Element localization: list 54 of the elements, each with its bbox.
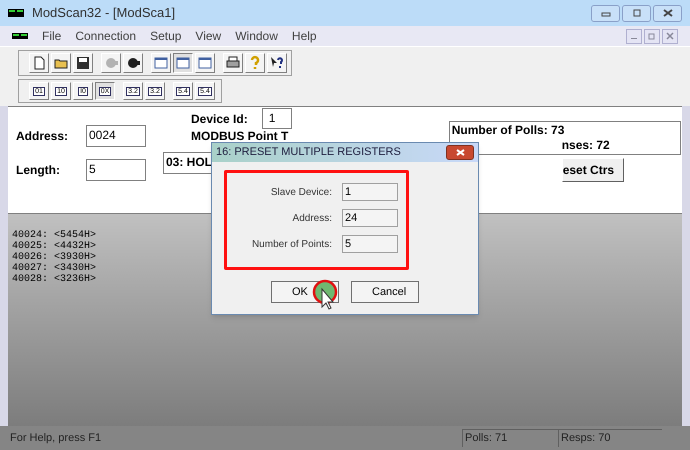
poll-count: Number of Polls: 73 xyxy=(452,122,566,138)
close-icon xyxy=(662,9,672,17)
field-label: Address: xyxy=(16,128,70,145)
click-indicator-icon xyxy=(312,279,338,311)
toolbar-button[interactable] xyxy=(173,53,193,73)
input-field[interactable]: 5 xyxy=(342,235,398,253)
field-label: Device Id: xyxy=(191,110,248,128)
close-icon xyxy=(456,149,464,156)
minimize-button[interactable] xyxy=(591,4,620,22)
register-value: 40028: <3236H> xyxy=(12,274,96,285)
field-label: Slave Device: xyxy=(270,186,332,200)
response-count: nses: 72 xyxy=(562,138,611,152)
input-field[interactable]: 1 xyxy=(342,183,398,201)
window-title: ModScan32 - [ModSca1] xyxy=(32,4,176,22)
plug-icon xyxy=(103,55,119,71)
status-responses: Resps: 70 xyxy=(558,429,662,447)
menu-item[interactable]: Window xyxy=(235,27,278,45)
child-close-button[interactable] xyxy=(662,28,678,44)
register-value: 40027: <3430H> xyxy=(12,263,96,274)
field-label: Length: xyxy=(16,162,61,179)
close-icon xyxy=(666,32,674,40)
window-icon xyxy=(197,55,213,71)
reset-counters-button[interactable]: eset Ctrs xyxy=(562,158,624,182)
child-minimize-button[interactable] xyxy=(626,28,642,44)
app-icon xyxy=(8,9,24,17)
menu-item[interactable]: Help xyxy=(292,27,317,45)
restore-icon xyxy=(648,32,656,40)
menu-item[interactable]: Connection xyxy=(75,27,136,45)
dialog-close-button[interactable] xyxy=(446,145,474,160)
register-value: 40026: <3930H> xyxy=(12,252,96,263)
maximize-icon xyxy=(632,9,642,17)
window-icon xyxy=(175,55,191,71)
input-field[interactable]: 24 xyxy=(342,209,398,227)
close-button[interactable] xyxy=(653,4,682,22)
address-field[interactable]: 0024 xyxy=(86,125,146,147)
dialog-title: 16: PRESET MULTIPLE REGISTERS xyxy=(216,145,401,160)
length-field[interactable]: 5 xyxy=(86,159,146,181)
cancel-button[interactable]: Cancel xyxy=(351,281,419,303)
register-value: 40025: <4432H> xyxy=(12,241,96,252)
menu-item[interactable]: File xyxy=(42,27,62,45)
field-label: Address: xyxy=(292,212,332,226)
register-value: 40024: <5454H> xyxy=(12,230,96,241)
device-id-field[interactable]: 1 xyxy=(262,108,292,129)
status-text: For Help, press F1 xyxy=(10,430,102,446)
field-label: Number of Points: xyxy=(252,238,332,252)
menu-item[interactable]: View xyxy=(195,27,222,45)
window-icon xyxy=(153,55,169,71)
status-polls: Polls: 71 xyxy=(462,429,558,447)
plug-icon xyxy=(125,55,141,71)
maximize-button[interactable] xyxy=(622,4,651,22)
child-restore-button[interactable] xyxy=(644,28,660,44)
field-label: MODBUS Point T xyxy=(191,129,288,143)
pointer-question-icon xyxy=(269,55,285,71)
menu-item[interactable]: Setup xyxy=(150,27,182,45)
